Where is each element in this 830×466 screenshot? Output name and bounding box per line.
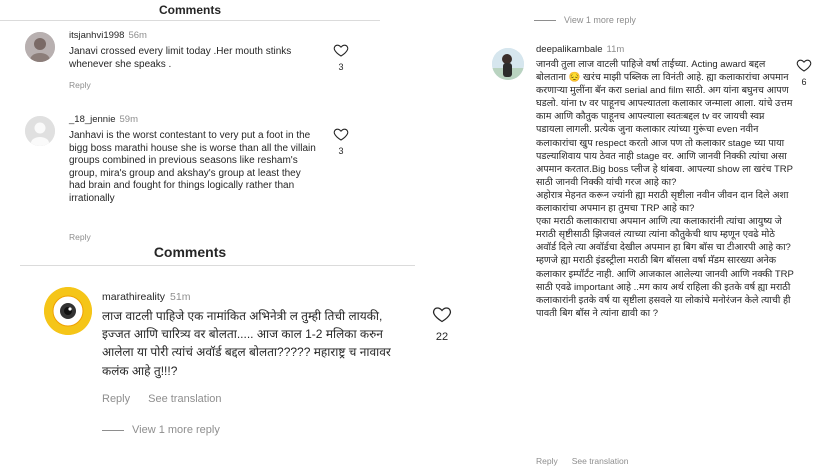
avatar[interactable]: [25, 116, 55, 146]
heart-icon[interactable]: [432, 304, 452, 324]
see-translation-button[interactable]: See translation: [148, 393, 221, 405]
comment-text: Janavi crossed every limit today .Her mo…: [69, 46, 292, 70]
header-divider: [0, 20, 380, 21]
comment-username[interactable]: itsjanhvi1998 56m: [69, 30, 147, 41]
view-more-replies-button[interactable]: View 1 more reply: [534, 15, 636, 25]
comment-actions: Reply See translation: [536, 456, 628, 466]
like-count: 3: [338, 62, 344, 72]
comments-header-top: Comments: [158, 3, 221, 17]
comment-text: Janhavi is the worst contestant to very …: [69, 130, 316, 204]
comment-text: लाज वाटली पाहिजे एक नामांकित अभिनेत्री ल…: [102, 309, 391, 378]
like-count: 6: [801, 77, 807, 87]
like-count: 3: [338, 146, 344, 156]
avatar[interactable]: [492, 48, 524, 80]
comment-username[interactable]: _18_jennie 59m: [69, 114, 138, 125]
comment-text: जानवी तुला लाज वाटली पाहिजे वर्षा ताईच्य…: [536, 59, 794, 319]
comment-actions: Reply See translation: [102, 393, 240, 405]
like-count: 22: [435, 331, 449, 343]
header-divider: [20, 265, 415, 266]
avatar[interactable]: [25, 32, 55, 62]
view-more-replies-button[interactable]: View 1 more reply: [102, 424, 220, 436]
comments-header-mid: Comments: [153, 244, 227, 260]
comment-username[interactable]: marathireality 51m: [102, 291, 190, 303]
comment-username[interactable]: deepalikambale 11m: [536, 44, 624, 55]
reply-button[interactable]: Reply: [69, 80, 91, 90]
thread-line: [102, 429, 124, 431]
avatar[interactable]: [44, 287, 92, 335]
heart-icon[interactable]: [796, 57, 812, 73]
heart-icon[interactable]: [333, 126, 349, 142]
reply-button[interactable]: Reply: [102, 393, 130, 405]
left-comments-panel: Comments itsjanhvi1998 56m Janavi crossed…: [0, 0, 452, 466]
reply-button[interactable]: Reply: [69, 232, 91, 242]
reply-button[interactable]: Reply: [536, 456, 558, 466]
see-translation-button[interactable]: See translation: [572, 456, 629, 466]
heart-icon[interactable]: [333, 42, 349, 58]
thread-line: [534, 19, 556, 21]
